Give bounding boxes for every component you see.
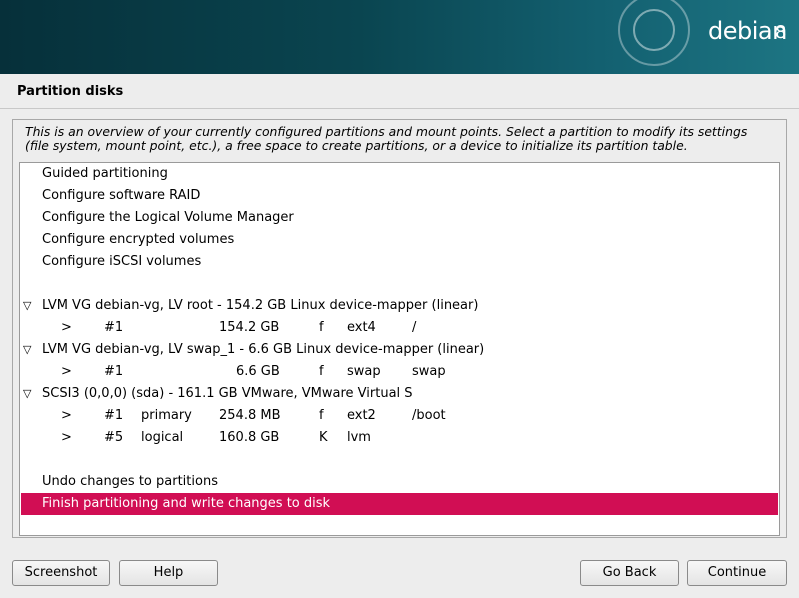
partition-panel: This is an overview of your currently co… xyxy=(12,119,787,538)
partition-flag: f xyxy=(319,320,324,335)
device-row-lv-swap[interactable]: ▽ LVM VG debian-vg, LV swap_1 - 6.6 GB L… xyxy=(21,339,778,361)
debian-logo-version: 8 xyxy=(775,22,787,43)
partition-size: 160.8 GB xyxy=(219,430,280,445)
partition-row[interactable]: > #1 primary 254.8 MB f ext2 /boot xyxy=(21,405,778,427)
expand-triangle-icon: ▽ xyxy=(23,299,32,312)
device-label: LVM VG debian-vg, LV swap_1 - 6.6 GB Lin… xyxy=(42,342,485,357)
partition-listbox[interactable]: Guided partitioning Configure software R… xyxy=(19,162,780,536)
undo-changes-label: Undo changes to partitions xyxy=(42,474,218,489)
device-row-lv-root[interactable]: ▽ LVM VG debian-vg, LV root - 154.2 GB L… xyxy=(21,295,778,317)
partition-row[interactable]: > #5 logical 160.8 GB K lvm xyxy=(21,427,778,449)
menu-item-label: Configure encrypted volumes xyxy=(42,232,235,247)
partition-mountpoint: swap xyxy=(412,364,446,379)
menu-item-encrypted-volumes[interactable]: Configure encrypted volumes xyxy=(21,229,778,251)
menu-item-guided-partitioning[interactable]: Guided partitioning xyxy=(21,163,778,185)
menu-item-software-raid[interactable]: Configure software RAID xyxy=(21,185,778,207)
menu-item-label: Configure iSCSI volumes xyxy=(42,254,202,269)
partition-mountpoint: /boot xyxy=(412,408,446,423)
partition-filesystem: ext2 xyxy=(347,408,376,423)
finish-partitioning-label: Finish partitioning and write changes to… xyxy=(42,496,331,511)
partition-arrow: > xyxy=(61,364,72,379)
partition-size: 254.8 MB xyxy=(219,408,281,423)
partition-type: primary xyxy=(141,408,192,423)
partition-filesystem: swap xyxy=(347,364,381,379)
device-row-sda[interactable]: ▽ SCSI3 (0,0,0) (sda) - 161.1 GB VMware,… xyxy=(21,383,778,405)
menu-item-label: Guided partitioning xyxy=(42,166,168,181)
partition-arrow: > xyxy=(61,408,72,423)
device-label: LVM VG debian-vg, LV root - 154.2 GB Lin… xyxy=(42,298,479,313)
partition-size: 154.2 GB xyxy=(219,320,280,335)
menu-item-iscsi-volumes[interactable]: Configure iSCSI volumes xyxy=(21,251,778,273)
partition-number: #1 xyxy=(104,364,124,379)
help-button[interactable]: Help xyxy=(119,560,218,586)
partition-number: #1 xyxy=(104,408,124,423)
partition-number: #1 xyxy=(104,320,124,335)
partition-flag: f xyxy=(319,408,324,423)
debian-banner: debian 8 xyxy=(0,0,799,74)
continue-button[interactable]: Continue xyxy=(687,560,787,586)
finish-partitioning-item[interactable]: Finish partitioning and write changes to… xyxy=(21,493,778,515)
partition-type: logical xyxy=(141,430,184,445)
partition-filesystem: ext4 xyxy=(347,320,376,335)
partition-mountpoint: / xyxy=(412,320,417,335)
partition-arrow: > xyxy=(61,430,72,445)
partition-filesystem: lvm xyxy=(347,430,371,445)
device-label: SCSI3 (0,0,0) (sda) - 161.1 GB VMware, V… xyxy=(42,386,413,401)
menu-item-lvm[interactable]: Configure the Logical Volume Manager xyxy=(21,207,778,229)
partition-flag: f xyxy=(319,364,324,379)
title-divider xyxy=(0,108,799,109)
debian-swirl-inner xyxy=(633,9,675,51)
menu-item-label: Configure software RAID xyxy=(42,188,201,203)
partition-row[interactable]: > #1 6.6 GB f swap swap xyxy=(21,361,778,383)
partition-size: 6.6 GB xyxy=(236,364,280,379)
partition-arrow: > xyxy=(61,320,72,335)
description-text: This is an overview of your currently co… xyxy=(25,124,748,153)
menu-item-label: Configure the Logical Volume Manager xyxy=(42,210,294,225)
screenshot-button[interactable]: Screenshot xyxy=(12,560,110,586)
partition-number: #5 xyxy=(104,430,124,445)
go-back-button[interactable]: Go Back xyxy=(580,560,679,586)
expand-triangle-icon: ▽ xyxy=(23,343,32,356)
expand-triangle-icon: ▽ xyxy=(23,387,32,400)
partition-flag: K xyxy=(319,430,328,445)
partition-row[interactable]: > #1 154.2 GB f ext4 / xyxy=(21,317,778,339)
page-title: Partition disks xyxy=(17,84,124,99)
undo-changes-item[interactable]: Undo changes to partitions xyxy=(21,471,778,493)
